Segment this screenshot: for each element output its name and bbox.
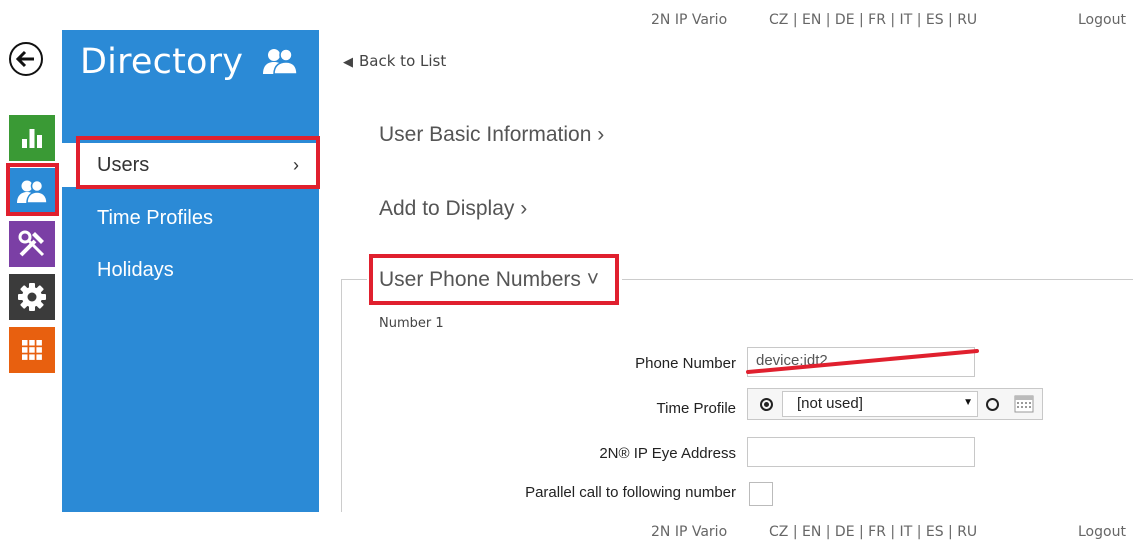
hardware-grid-icon[interactable]	[9, 327, 55, 373]
fieldset-border-top	[341, 279, 367, 280]
logout-link[interactable]: Logout	[1078, 12, 1126, 28]
time-profile-select[interactable]: [not used] ▼	[782, 391, 978, 417]
language-selector[interactable]: CZ | EN | DE | FR | IT | ES | RU	[769, 12, 977, 28]
radio-unselected[interactable]	[986, 398, 999, 411]
eye-address-label: 2N® IP Eye Address	[599, 445, 736, 462]
users-highlight	[76, 136, 320, 189]
language-selector[interactable]: CZ | EN | DE | FR | IT | ES | RU	[769, 524, 977, 540]
logout-link[interactable]: Logout	[1078, 524, 1126, 540]
services-tools-icon[interactable]	[9, 221, 55, 267]
status-chart-icon[interactable]	[9, 115, 55, 161]
time-profile-control: [not used] ▼	[747, 388, 1043, 420]
back-arrow-small-icon: ◀	[343, 55, 353, 70]
directory-highlight	[6, 163, 59, 216]
section-add-to-display[interactable]: Add to Display ›	[379, 197, 527, 221]
sidebar-item-label: Time Profiles	[97, 207, 213, 229]
back-to-list-label: Back to List	[359, 52, 447, 70]
sidebar-item-label: Holidays	[97, 259, 174, 281]
fieldset-border	[341, 279, 342, 512]
sidebar-item-time-profiles[interactable]: Time Profiles	[62, 196, 319, 240]
time-profile-value: [not used]	[797, 395, 863, 412]
section-user-basic-info[interactable]: User Basic Information ›	[379, 123, 604, 147]
radio-selected[interactable]	[760, 398, 773, 411]
back-arrow-icon[interactable]	[9, 42, 43, 76]
dropdown-arrow-icon: ▼	[963, 397, 973, 408]
fieldset-border-top	[622, 279, 1133, 280]
calendar-icon[interactable]	[1014, 393, 1034, 417]
redaction-strike	[746, 349, 979, 374]
directory-sidebar: Directory Users › Time Profiles Holidays	[62, 30, 319, 512]
users-group-icon	[262, 46, 298, 80]
sidebar-title: Directory	[80, 42, 244, 82]
time-profile-label: Time Profile	[656, 400, 736, 417]
number-title: Number 1	[379, 316, 444, 331]
product-name: 2N IP Vario	[651, 524, 728, 540]
system-gear-icon[interactable]	[9, 274, 55, 320]
parallel-call-label: Parallel call to following number	[525, 484, 736, 501]
phone-number-label: Phone Number	[635, 355, 736, 372]
sidebar-item-holidays[interactable]: Holidays	[62, 248, 319, 292]
back-to-list-link[interactable]: ◀ Back to List	[343, 52, 446, 70]
product-name: 2N IP Vario	[651, 12, 728, 28]
parallel-call-checkbox[interactable]	[749, 482, 773, 506]
eye-address-input[interactable]	[747, 437, 975, 467]
phone-numbers-highlight	[369, 254, 619, 305]
